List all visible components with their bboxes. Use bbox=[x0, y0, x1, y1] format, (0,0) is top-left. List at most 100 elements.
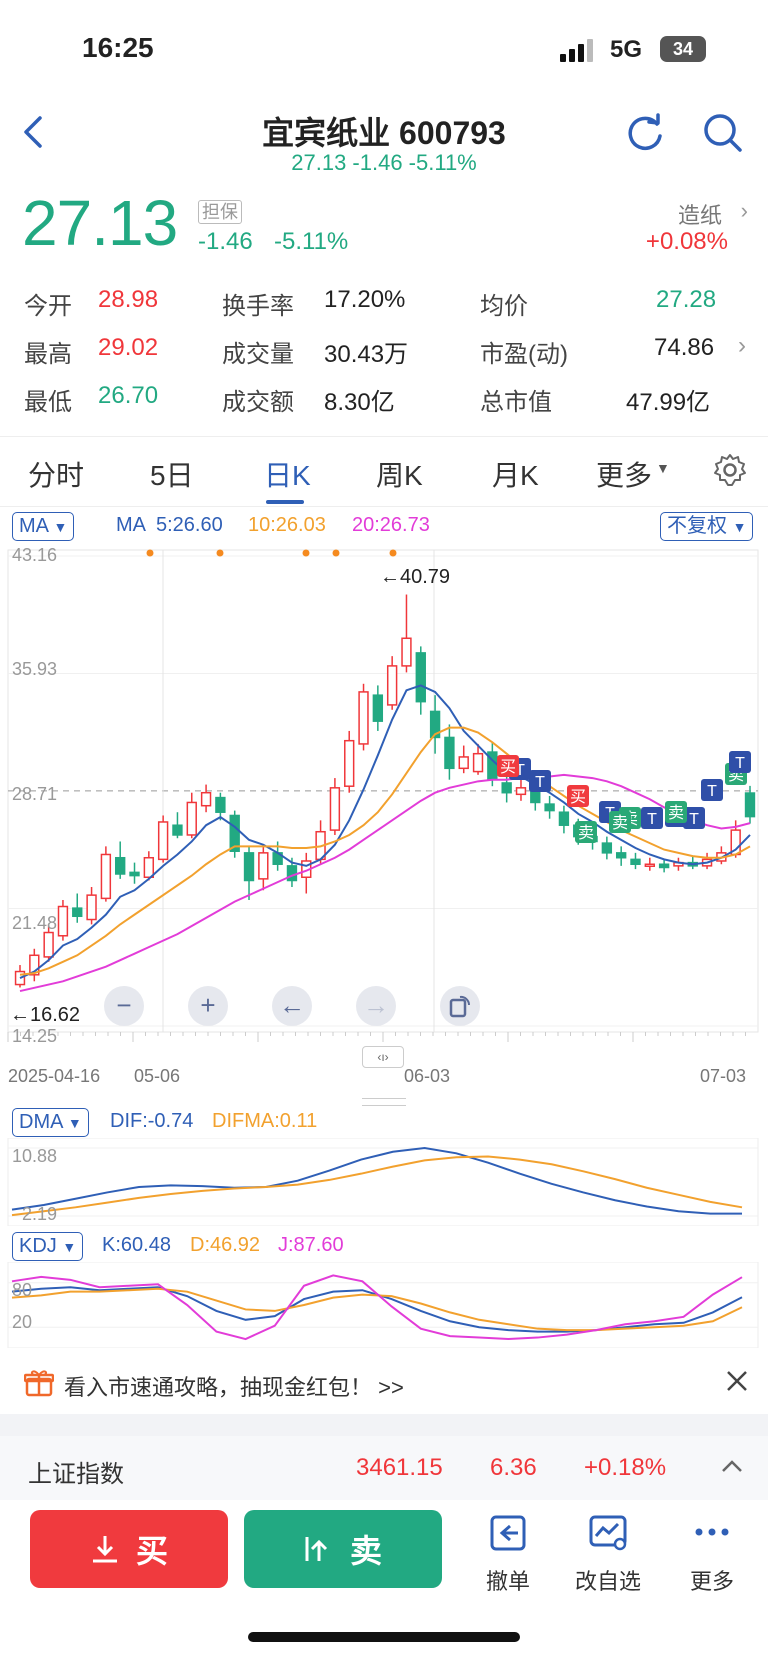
tab-intraday[interactable]: 分时 bbox=[28, 454, 84, 494]
signal-tag: 卖 bbox=[665, 801, 687, 823]
ma10-value: 10:26.03 bbox=[248, 514, 326, 536]
edit-watchlist-button[interactable]: 改自选 bbox=[560, 1514, 656, 1596]
signal-tag-label: 卖 bbox=[578, 824, 594, 842]
x-axis-label: 06-03 bbox=[404, 1066, 451, 1086]
watchlist-icon bbox=[589, 1515, 627, 1551]
refresh-icon[interactable] bbox=[624, 112, 666, 159]
adjust-selector[interactable]: 不复权 ▼ bbox=[660, 512, 754, 541]
stat-value: 26.70 bbox=[98, 382, 159, 409]
section-gap bbox=[0, 1414, 768, 1436]
ma5-value: 5:26.60 bbox=[156, 514, 223, 536]
sell-icon bbox=[305, 1537, 328, 1561]
chart-frame bbox=[7, 1262, 759, 1348]
y-axis-label: 14.25 bbox=[12, 1026, 58, 1046]
candle-body bbox=[157, 821, 169, 861]
battery-icon: 34 bbox=[660, 36, 706, 62]
price-change: -1.46 bbox=[198, 228, 253, 255]
chevron-right-icon: › bbox=[740, 198, 748, 223]
candle-body bbox=[200, 791, 212, 807]
tab-daily-k[interactable]: 日K bbox=[264, 454, 311, 494]
series-line-j bbox=[11, 1274, 743, 1341]
index-change-pct: +0.18% bbox=[584, 1454, 667, 1481]
event-marker bbox=[146, 549, 154, 557]
promo-banner[interactable]: 看入市速通攻略，抽现金红包！ >> bbox=[0, 1350, 768, 1414]
y-axis-label: 28.71 bbox=[12, 784, 58, 804]
kdj-selector[interactable]: KDJ ▼ bbox=[12, 1232, 84, 1261]
signal-tag: T bbox=[641, 807, 663, 829]
search-icon[interactable] bbox=[702, 112, 744, 159]
y-axis-label: 80 bbox=[12, 1280, 33, 1300]
series-line-dif bbox=[11, 1146, 742, 1215]
stat-value: 74.86 bbox=[654, 334, 715, 361]
series-line-difma bbox=[11, 1155, 743, 1217]
candle-body bbox=[344, 739, 355, 787]
candle-body bbox=[243, 852, 255, 882]
buy-button[interactable]: 买 bbox=[30, 1510, 228, 1588]
scroll-left-button[interactable]: ← bbox=[272, 986, 312, 1026]
candle-body bbox=[530, 790, 541, 804]
dma-selector[interactable]: DMA ▼ bbox=[12, 1108, 89, 1137]
pan-handle[interactable]: ‹ı› bbox=[362, 1046, 404, 1068]
difma-value: DIFMA:0.11 bbox=[212, 1110, 318, 1132]
event-marker bbox=[389, 549, 397, 557]
candle-body bbox=[72, 907, 83, 918]
cancel-order-label: 撤单 bbox=[485, 1569, 530, 1594]
stat-value: 47.99亿 bbox=[626, 389, 711, 416]
sell-label: 卖 bbox=[349, 1533, 382, 1569]
candle-body bbox=[358, 691, 369, 745]
index-change: 6.36 bbox=[490, 1454, 537, 1481]
stat-label: 均价 bbox=[480, 293, 528, 320]
signal-tag-label: T bbox=[689, 811, 699, 828]
dma-chart bbox=[7, 1138, 759, 1226]
candle-body bbox=[472, 752, 484, 773]
zoom-out-button[interactable]: − bbox=[104, 986, 144, 1026]
ma-line-ma5 bbox=[19, 684, 751, 979]
stat-value: 28.98 bbox=[98, 286, 159, 313]
banner-text: 看入市速通攻略，抽现金红包！ >> bbox=[64, 1375, 404, 1400]
sector-link[interactable]: 造纸 › +0.08% bbox=[600, 198, 760, 258]
candle-body bbox=[286, 865, 298, 882]
candle-body bbox=[415, 652, 426, 703]
gift-icon bbox=[23, 1368, 55, 1403]
signal-tag: T bbox=[529, 770, 551, 792]
chevron-up-icon[interactable] bbox=[720, 1456, 744, 1481]
candle-body bbox=[258, 852, 269, 880]
ma20-value: 20:26.73 bbox=[352, 514, 430, 536]
chevron-right-icon[interactable]: › bbox=[738, 332, 746, 360]
index-value: 3461.15 bbox=[356, 1454, 443, 1481]
scroll-right-button[interactable]: → bbox=[356, 986, 396, 1026]
settings-icon[interactable] bbox=[712, 452, 748, 495]
candle-body bbox=[115, 856, 126, 875]
cancel-order-button[interactable]: 撤单 bbox=[460, 1514, 556, 1596]
signal-tag-label: 买 bbox=[500, 758, 516, 776]
stats-grid: 今开 28.98 换手率 17.20% 均价 27.28 最高 29.02 成交… bbox=[0, 282, 768, 422]
signal-tag: 买 bbox=[497, 755, 519, 777]
candle-body bbox=[172, 824, 183, 836]
caret-down-icon: ▼ bbox=[656, 460, 670, 476]
tab-weekly-k[interactable]: 周K bbox=[376, 454, 423, 494]
resize-handle[interactable] bbox=[362, 1098, 406, 1106]
candle-body bbox=[615, 852, 627, 859]
more-button[interactable]: 更多 bbox=[664, 1514, 760, 1596]
x-axis-label: 2025-04-16 bbox=[8, 1066, 101, 1086]
stat-label: 今开 bbox=[24, 293, 72, 320]
candle-body bbox=[458, 756, 469, 770]
sell-button[interactable]: 卖 bbox=[244, 1510, 442, 1588]
more-dots-icon bbox=[695, 1528, 729, 1536]
ma-chip-label: MA bbox=[19, 515, 48, 537]
tab-5day[interactable]: 5日 bbox=[150, 454, 194, 494]
zoom-in-button[interactable]: + bbox=[188, 986, 228, 1026]
rotate-screen-button[interactable] bbox=[440, 986, 480, 1026]
x-axis-label: 05-06 bbox=[134, 1066, 181, 1086]
signal-icon bbox=[560, 38, 600, 67]
close-icon[interactable] bbox=[724, 1368, 750, 1399]
index-bar[interactable]: 上证指数 3461.15 6.36 +0.18% bbox=[0, 1436, 768, 1500]
stat-value: 30.43万 bbox=[324, 341, 409, 368]
event-marker bbox=[332, 549, 340, 557]
signal-tag: T bbox=[701, 779, 723, 801]
ma-selector[interactable]: MA ▼ bbox=[12, 512, 75, 541]
candle-body bbox=[329, 787, 341, 831]
tab-monthly-k[interactable]: 月K bbox=[492, 454, 539, 494]
caret-down-icon: ▼ bbox=[732, 519, 747, 535]
tab-more[interactable]: 更多 bbox=[596, 454, 652, 494]
